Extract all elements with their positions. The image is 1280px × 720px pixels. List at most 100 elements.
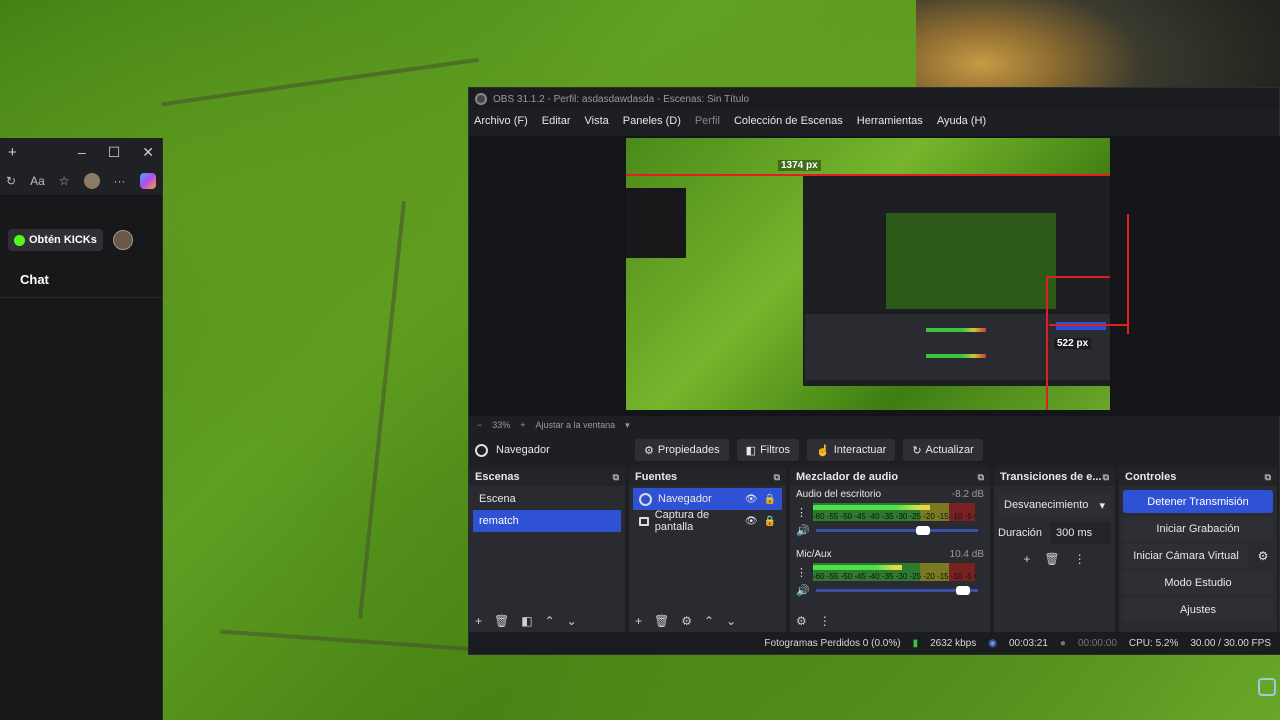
guide-line-vertical-outer <box>1127 214 1129 334</box>
channel-menu-icon[interactable]: ⋮ <box>796 566 807 579</box>
get-kicks-button[interactable]: Obtén KICKs <box>8 229 103 251</box>
fit-window-label[interactable]: Ajustar a la ventana <box>536 420 616 430</box>
volume-slider[interactable] <box>815 526 978 535</box>
speaker-icon[interactable]: 🔊 <box>796 584 810 597</box>
preview-area[interactable]: 1374 px 522 px <box>469 136 1280 416</box>
browser-source-icon <box>475 443 488 457</box>
settings-button[interactable]: Ajustes <box>1123 598 1273 621</box>
menu-view[interactable]: Vista <box>585 115 609 127</box>
dock-float-icon[interactable]: ⧉ <box>774 472 780 483</box>
monitor-icon <box>639 516 649 526</box>
kick-coin-icon <box>14 234 25 246</box>
duration-input[interactable]: 300 ms <box>1050 522 1111 544</box>
advanced-audio-icon[interactable]: ⚙ <box>796 614 807 628</box>
menu-profile[interactable]: Perfil <box>695 115 720 127</box>
menu-tools[interactable]: Herramientas <box>857 115 923 127</box>
zoom-value: 33% <box>492 420 511 430</box>
zoom-dropdown-icon[interactable]: ▾ <box>625 420 630 431</box>
copilot-icon[interactable] <box>139 172 156 189</box>
filters-button[interactable]: ◧ Filtros <box>736 439 800 461</box>
new-tab-button[interactable]: + <box>8 144 17 161</box>
preview-canvas[interactable]: 1374 px 522 px <box>626 138 1110 410</box>
volume-slider-handle[interactable] <box>956 586 971 595</box>
interact-button[interactable]: ☝ Interactuar <box>807 439 896 461</box>
get-kicks-label: Obtén KICKs <box>29 234 97 246</box>
maximize-button[interactable]: ☐ <box>108 144 121 161</box>
move-down-icon[interactable]: ⌄ <box>567 614 577 628</box>
dock-float-icon[interactable]: ⧉ <box>1103 472 1109 483</box>
start-recording-button[interactable]: Iniciar Grabación <box>1123 517 1273 540</box>
trash-icon[interactable]: 🗑 <box>654 614 669 628</box>
source-item[interactable]: Navegador 👁 🔒 <box>633 488 782 510</box>
move-down-icon[interactable]: ⌄ <box>726 614 736 628</box>
sources-list: Navegador 👁 🔒 Captura de pantalla 👁 🔒 <box>629 486 786 534</box>
start-virtual-camera-button[interactable]: Iniciar Cámara Virtual <box>1123 544 1249 567</box>
reload-icon[interactable]: ↻ <box>6 174 16 188</box>
browser-source-icon <box>639 492 652 506</box>
menu-docks[interactable]: Paneles (D) <box>623 115 681 127</box>
properties-label: Propiedades <box>657 444 720 456</box>
mixer-channel: Mic/Aux 10.4 dB ⋮ -60 -55 -50 -45 -40 -3… <box>790 546 990 600</box>
interact-label: Interactuar <box>833 444 887 456</box>
pointer-icon: ☝ <box>816 444 830 457</box>
add-icon[interactable]: + <box>475 614 482 628</box>
scene-item[interactable]: Escena <box>473 488 621 510</box>
add-icon[interactable]: + <box>1023 552 1030 566</box>
lock-icon[interactable]: 🔒 <box>764 494 776 505</box>
volume-slider-handle[interactable] <box>916 526 931 535</box>
trash-icon[interactable]: 🗑 <box>1044 552 1059 566</box>
nested-browser-capture <box>626 188 686 258</box>
zoom-in-button[interactable]: + <box>520 420 525 430</box>
move-up-icon[interactable]: ⌃ <box>545 614 555 628</box>
profile-avatar[interactable] <box>83 172 100 189</box>
obs-title: OBS 31.1.2 - Perfil: asdasdawdasda - Esc… <box>493 93 750 105</box>
favorites-icon[interactable]: ☆ <box>59 174 70 188</box>
more-icon[interactable]: ⋮ <box>1074 552 1086 566</box>
menu-file[interactable]: Archivo (F) <box>474 115 528 127</box>
channel-menu-icon[interactable]: ⋮ <box>796 506 807 519</box>
menu-scene-collection[interactable]: Colección de Escenas <box>734 115 843 127</box>
trash-icon[interactable]: 🗑 <box>494 614 509 628</box>
close-button[interactable]: ✕ <box>142 144 154 161</box>
eye-icon[interactable]: 👁 <box>745 494 758 505</box>
user-avatar[interactable] <box>112 230 133 250</box>
source-item[interactable]: Captura de pantalla 👁 🔒 <box>633 509 782 533</box>
gear-icon[interactable]: ⚙ <box>681 614 692 628</box>
transition-select[interactable]: Desvanecimiento ▾ <box>998 494 1111 516</box>
streaming-icon: ◉ <box>988 637 997 649</box>
filter-icon[interactable]: ◧ <box>521 614 532 628</box>
refresh-button[interactable]: ↻ Actualizar <box>903 439 983 461</box>
mixer-footer: ⚙ ⋮ <box>790 609 990 633</box>
mixer-menu-icon[interactable]: ⋮ <box>819 614 831 628</box>
zoom-out-button[interactable]: − <box>477 420 482 430</box>
speaker-icon[interactable]: 🔊 <box>796 524 810 537</box>
studio-mode-button[interactable]: Modo Estudio <box>1123 571 1273 594</box>
volume-slider[interactable] <box>815 586 978 595</box>
minimize-button[interactable]: – <box>78 144 86 161</box>
guide-height-label: 522 px <box>1054 338 1092 349</box>
gear-icon[interactable]: ⚙ <box>1253 549 1273 563</box>
refresh-icon: ↻ <box>912 444 922 457</box>
fps: 30.00 / 30.00 FPS <box>1190 637 1271 649</box>
eye-icon[interactable]: 👁 <box>745 516 758 527</box>
meter-scale: -60 -55 -50 -45 -40 -35 -30 -25 -20 -15 … <box>813 572 975 581</box>
add-icon[interactable]: + <box>635 614 642 628</box>
lock-icon[interactable]: 🔒 <box>764 516 776 527</box>
menu-edit[interactable]: Editar <box>542 115 571 127</box>
properties-button[interactable]: ⚙ Propiedades <box>635 439 729 461</box>
dock-float-icon[interactable]: ⧉ <box>613 472 619 483</box>
dock-float-icon[interactable]: ⧉ <box>1265 472 1271 483</box>
recycle-bin-icon[interactable] <box>1258 678 1276 696</box>
stop-stream-button[interactable]: Detener Transmisión <box>1123 490 1273 513</box>
read-aloud-icon[interactable]: Aa <box>30 174 45 188</box>
menu-help[interactable]: Ayuda (H) <box>937 115 986 127</box>
more-icon[interactable]: ··· <box>114 174 126 188</box>
meter-level <box>813 505 930 510</box>
record-icon: ● <box>1059 637 1066 649</box>
controls-dock-header: Controles ⧉ <box>1119 468 1277 486</box>
selected-source: Navegador <box>475 443 627 457</box>
dock-float-icon[interactable]: ⧉ <box>978 472 984 483</box>
kick-header: Obtén KICKs <box>0 218 162 262</box>
move-up-icon[interactable]: ⌃ <box>704 614 714 628</box>
scene-item[interactable]: rematch <box>473 510 621 532</box>
